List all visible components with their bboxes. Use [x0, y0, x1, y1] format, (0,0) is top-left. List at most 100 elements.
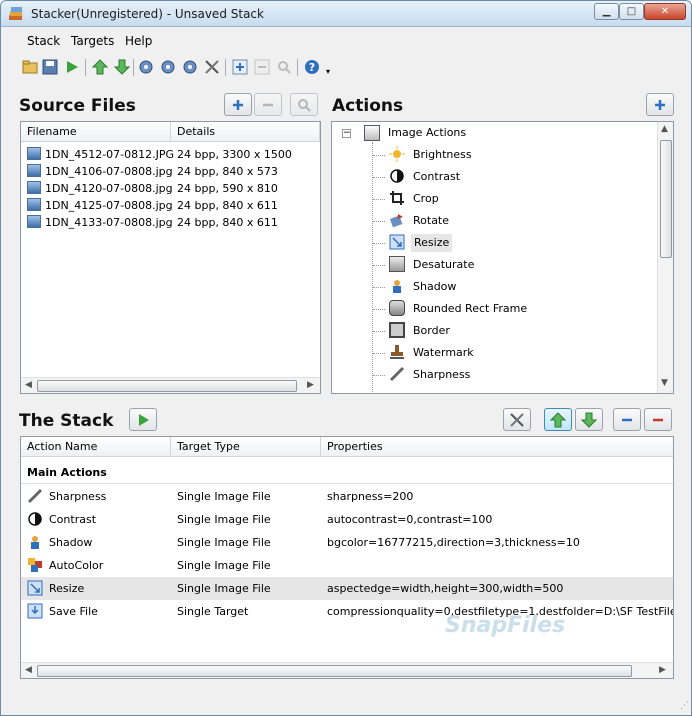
list-item[interactable]: 1DN_4512-07-0812.JPG 24 bpp, 3300 x 1500	[21, 146, 320, 163]
open-stack-button[interactable]	[21, 58, 39, 76]
list-item[interactable]: 1DN_4125-07-0808.jpg 24 bpp, 840 x 611	[21, 197, 320, 214]
collapse-stack-button[interactable]	[613, 408, 641, 431]
action-rotate[interactable]: Rotate	[413, 214, 449, 227]
table-row[interactable]: Save File Single Target compressionquali…	[21, 600, 673, 623]
action-watermark[interactable]: Watermark	[413, 346, 474, 359]
scroll-down-icon[interactable]: ▼	[661, 378, 668, 388]
minimize-button[interactable]: ▁	[594, 3, 619, 20]
toolbar-overflow-button[interactable]: ▾	[323, 62, 333, 80]
column-target-type[interactable]: Target Type	[171, 437, 321, 457]
action-shadow[interactable]: Shadow	[413, 280, 456, 293]
scroll-right-icon[interactable]: ▶	[307, 380, 314, 390]
list-item[interactable]: 1DN_4106-07-0808.jpg 24 bpp, 840 x 573	[21, 163, 320, 180]
scroll-left-icon[interactable]: ◀	[25, 380, 32, 390]
resize-grip[interactable]: ⋰	[680, 701, 690, 711]
tree-guide	[373, 155, 385, 156]
column-action-name[interactable]: Action Name	[21, 437, 171, 457]
run-button[interactable]	[63, 58, 81, 76]
window-title: Stacker(Unregistered) - Unsaved Stack	[31, 7, 264, 21]
tools-button[interactable]	[203, 58, 221, 76]
action-desaturate[interactable]: Desaturate	[413, 258, 474, 271]
add-source-button[interactable]	[224, 93, 252, 116]
action-rounded-rect-frame[interactable]: Rounded Rect Frame	[413, 302, 527, 315]
run-stack-button[interactable]	[129, 408, 157, 431]
stack-horizontal-scrollbar[interactable]: ◀ ▶	[21, 662, 673, 678]
menu-stack[interactable]: Stack	[27, 34, 60, 48]
list-item[interactable]: 1DN_4133-07-0808.jpg 24 bpp, 840 x 611	[21, 214, 320, 231]
row-action: Contrast	[49, 513, 97, 526]
scrollbar-thumb[interactable]	[660, 140, 672, 258]
tree-guide	[373, 221, 385, 222]
table-row[interactable]: Contrast Single Image File autocontrast=…	[21, 508, 673, 531]
row-properties: autocontrast=0,contrast=100	[327, 513, 493, 526]
action-brightness[interactable]: Brightness	[413, 148, 472, 161]
scroll-up-icon[interactable]: ▲	[661, 124, 668, 134]
add-action-button[interactable]	[646, 93, 674, 116]
table-row[interactable]: AutoColor Single Image File	[21, 554, 673, 577]
rounded-rect-frame-icon	[389, 300, 405, 316]
stacker-app-icon	[9, 7, 22, 20]
column-details[interactable]: Details	[171, 122, 320, 142]
play-icon	[139, 413, 149, 426]
tree-root-label[interactable]: Image Actions	[388, 126, 466, 139]
action-contrast[interactable]: Contrast	[413, 170, 460, 183]
menu-targets[interactable]: Targets	[71, 34, 114, 48]
list-item[interactable]: 1DN_4120-07-0808.jpg 24 bpp, 590 x 810	[21, 180, 320, 197]
arrow-up-icon	[550, 411, 566, 427]
move-down-button[interactable]	[113, 58, 131, 76]
maximize-button[interactable]: □	[619, 3, 644, 20]
gear-button-3[interactable]	[181, 58, 199, 76]
preview-button[interactable]	[275, 58, 293, 76]
stack-table[interactable]: Action Name Target Type Properties Main …	[20, 436, 674, 679]
close-button[interactable]: ✕	[644, 3, 686, 20]
scroll-left-icon[interactable]: ◀	[25, 665, 32, 675]
add-button[interactable]	[231, 58, 249, 76]
source-files-list[interactable]: Filename Details 1DN_4512-07-0812.JPG 24 …	[20, 121, 321, 394]
tree-guide	[373, 375, 385, 376]
scrollbar-thumb[interactable]	[37, 380, 297, 392]
file-details: 24 bpp, 590 x 810	[177, 182, 278, 195]
row-properties: sharpness=200	[327, 490, 414, 503]
column-properties[interactable]: Properties	[321, 437, 673, 457]
collapse-toggle[interactable]: −	[342, 129, 351, 138]
actions-heading: Actions	[332, 96, 404, 116]
remove-button[interactable]	[253, 58, 271, 76]
configure-action-button[interactable]	[503, 408, 531, 431]
source-horizontal-scrollbar[interactable]: ◀ ▶	[21, 377, 320, 393]
column-filename[interactable]: Filename	[21, 122, 171, 142]
table-row-selected[interactable]: Resize Single Image File aspectedge=widt…	[21, 577, 673, 600]
gear-button-2[interactable]	[159, 58, 177, 76]
table-row[interactable]: Shadow Single Image File bgcolor=1677721…	[21, 531, 673, 554]
gear-button-1[interactable]	[137, 58, 155, 76]
scrollbar-thumb[interactable]	[37, 665, 632, 677]
table-row[interactable]: Sharpness Single Image File sharpness=20…	[21, 485, 673, 508]
image-file-icon	[27, 215, 41, 228]
help-button[interactable]: ?	[303, 58, 321, 76]
maximize-icon: □	[626, 6, 637, 17]
image-file-icon	[27, 198, 41, 211]
arrow-down-icon	[581, 412, 597, 428]
actions-vertical-scrollbar[interactable]: ▲ ▼	[657, 122, 673, 393]
action-crop[interactable]: Crop	[413, 192, 439, 205]
action-sharpness[interactable]: Sharpness	[413, 368, 470, 381]
action-border[interactable]: Border	[413, 324, 450, 337]
actions-tree[interactable]: − Image Actions Brightness Contrast Crop…	[331, 121, 674, 394]
preview-source-button[interactable]	[290, 93, 318, 116]
menu-help[interactable]: Help	[125, 34, 152, 48]
stack-move-up-button[interactable]	[544, 408, 572, 431]
file-details: 24 bpp, 840 x 573	[177, 165, 278, 178]
file-details: 24 bpp, 840 x 611	[177, 199, 278, 212]
move-up-button[interactable]	[91, 58, 109, 76]
chevron-down-icon: ▾	[325, 66, 330, 76]
delete-stack-action-button[interactable]	[644, 408, 672, 431]
row-target: Single Image File	[177, 490, 271, 503]
save-stack-button[interactable]	[41, 58, 59, 76]
title-bar[interactable]: Stacker(Unregistered) - Unsaved Stack ▁ …	[1, 1, 691, 27]
action-resize[interactable]: Resize	[411, 234, 453, 252]
scroll-right-icon[interactable]: ▶	[659, 665, 666, 675]
snapfiles-watermark: SnapFiles	[445, 613, 566, 638]
stack-move-down-button[interactable]	[575, 408, 603, 431]
toolbar-separator	[225, 59, 226, 76]
resize-icon	[389, 234, 405, 250]
remove-source-button[interactable]	[254, 93, 282, 116]
